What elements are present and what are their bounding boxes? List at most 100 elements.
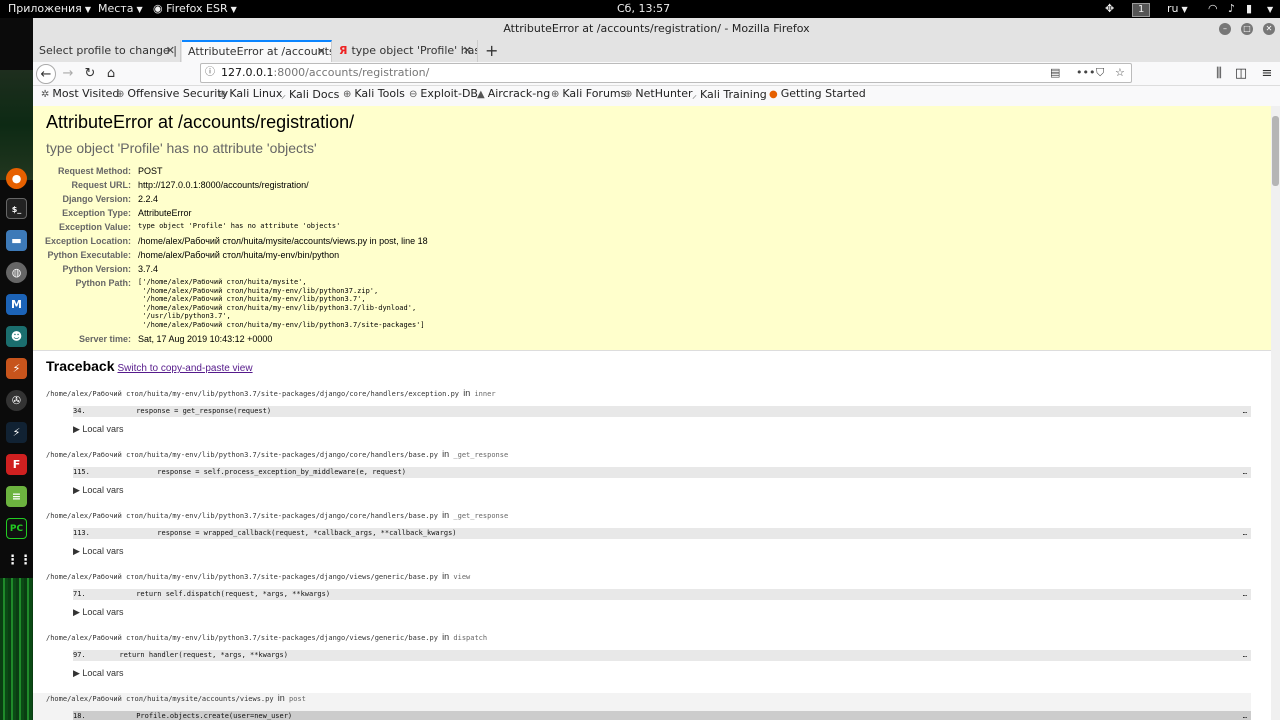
bookmark-most-visited[interactable]: ✲ Most Visited [41, 87, 119, 100]
bookmark-exploit-db[interactable]: ⊖ Exploit-DB [409, 87, 478, 100]
traceback-frame: /home/alex/Рабочий стол/huita/my-env/lib… [46, 632, 1251, 679]
applications-menu[interactable]: Приложения ▼ [8, 2, 91, 15]
local-vars-toggle[interactable]: ▶ Local vars [73, 423, 1251, 435]
bookmark-kali-docs[interactable]: ⸝ Kali Docs [281, 87, 339, 101]
frame-context-line[interactable]: 97. return handler(request, *args, **kwa… [73, 650, 1251, 661]
kali-dragon-icon: ⸝ [692, 90, 697, 101]
close-icon[interactable]: ✕ [1263, 23, 1275, 35]
show-apps-icon[interactable]: ⋮⋮ [6, 550, 32, 571]
minimize-icon[interactable]: – [1219, 23, 1231, 35]
bookmark-aircrack-ng[interactable]: ▲ Aircrack-ng [477, 87, 550, 100]
in-label: in [463, 388, 471, 398]
bookmark-offensive-security[interactable]: ⊕ Offensive Security [116, 87, 228, 100]
expand-icon[interactable]: … [1243, 528, 1247, 539]
expand-icon[interactable]: … [1243, 467, 1247, 478]
maximize-icon[interactable]: □ [1241, 23, 1253, 35]
bookmark-getting-started[interactable]: ● Getting Started [769, 87, 866, 100]
bookmark-kali-tools[interactable]: ⊕ Kali Tools [343, 87, 405, 100]
meta-value: type object 'Profile' has no attribute '… [138, 222, 341, 230]
in-label: in [442, 632, 450, 642]
frame-path: /home/alex/Рабочий стол/huita/my-env/lib… [46, 451, 438, 459]
chevron-down-icon[interactable]: ▼ [1264, 2, 1273, 15]
meta-key: Exception Type: [62, 208, 132, 218]
battery-icon[interactable]: ▮ [1246, 2, 1252, 15]
expand-icon[interactable]: … [1243, 406, 1247, 417]
tab-select-profile[interactable]: Select profile to change | Dja ✕ [33, 40, 181, 62]
workspace-indicator[interactable]: 1 [1132, 2, 1151, 17]
beef-icon[interactable]: ✇ [6, 390, 27, 411]
expand-icon[interactable]: … [1243, 711, 1247, 720]
keyboard-layout[interactable]: ru ▼ [1167, 2, 1188, 15]
pycharm-icon[interactable]: PC [6, 518, 27, 539]
meta-value: Sat, 17 Aug 2019 10:43:12 +0000 [138, 333, 273, 344]
close-icon[interactable]: ✕ [463, 40, 472, 62]
frame-context-line[interactable]: 18. Profile.objects.create(user=new_user… [73, 711, 1251, 720]
close-icon[interactable]: ✕ [166, 40, 175, 62]
page-actions-icon[interactable]: ••• [1076, 64, 1095, 82]
volume-icon[interactable]: ♪ [1228, 2, 1235, 15]
burpsuite-icon[interactable]: ⚡ [6, 358, 27, 379]
maltego-icon[interactable]: ☻ [6, 326, 27, 347]
switch-copy-paste-link[interactable]: Switch to copy-and-paste view [118, 363, 253, 374]
meta-value: /home/alex/Рабочий стол/huita/my-env/bin… [138, 250, 340, 260]
window-title: AttributeError at /accounts/registration… [503, 22, 810, 35]
reload-button[interactable]: ↻ [80, 64, 100, 84]
expand-icon[interactable]: … [1243, 650, 1247, 661]
notes-icon[interactable]: ≡ [6, 486, 27, 507]
url-bar[interactable]: ⓘ 127.0.0.1:8000/accounts/registration/ … [200, 63, 1132, 83]
pocket-icon[interactable]: ⛉ [1096, 64, 1104, 82]
tab-attribute-error[interactable]: AttributeError at /accounts/r ✕ [182, 40, 332, 62]
chevron-down-icon: ▼ [1181, 5, 1188, 14]
firefox-icon: ◉ [153, 2, 167, 15]
close-icon[interactable]: ✕ [317, 42, 326, 62]
metasploit-icon[interactable]: ◍ [6, 262, 27, 283]
library-icon[interactable]: ⫼ [1209, 64, 1229, 84]
new-tab-button[interactable]: + [485, 40, 498, 62]
sidebar-icon[interactable]: ◫ [1231, 64, 1251, 84]
meta-value: POST [138, 166, 163, 176]
reader-view-icon[interactable]: ▤ [1050, 64, 1060, 82]
files-icon[interactable]: ▬ [6, 230, 27, 251]
kali-dragon-icon: ⸝ [281, 90, 286, 101]
firefox-app-menu[interactable]: ◉ Firefox ESR ▼ [153, 2, 237, 15]
page-scrollbar[interactable] [1271, 106, 1280, 720]
frame-context-line[interactable]: 115. response = self.process_exception_b… [73, 467, 1251, 478]
armitage-icon[interactable]: M [6, 294, 27, 315]
tab-label: Select profile to change | Dja [39, 44, 180, 57]
info-icon[interactable]: ⓘ [205, 64, 215, 82]
zaproxy-icon[interactable]: ⚡ [6, 422, 27, 443]
meta-value: http://127.0.0.1:8000/accounts/registrat… [138, 180, 309, 190]
frame-context-line[interactable]: 113. response = wrapped_callback(request… [73, 528, 1251, 539]
local-vars-toggle[interactable]: ▶ Local vars [73, 606, 1251, 618]
bookmark-star-icon[interactable]: ☆ [1115, 64, 1125, 82]
scrollbar-thumb[interactable] [1272, 116, 1279, 186]
bookmark-nethunter[interactable]: ⊕ NetHunter [624, 87, 693, 100]
frame-path: /home/alex/Рабочий стол/huita/my-env/lib… [46, 573, 438, 581]
bookmark-kali-forums[interactable]: ⊕ Kali Forums [551, 87, 626, 100]
hamburger-menu-icon[interactable]: ≡ [1257, 64, 1277, 84]
local-vars-toggle[interactable]: ▶ Local vars [73, 484, 1251, 496]
home-button[interactable]: ⌂ [101, 64, 121, 84]
bookmark-kali-training[interactable]: ⸝ Kali Training [692, 87, 767, 101]
expand-icon[interactable]: … [1243, 589, 1247, 600]
code-line: 71. return self.dispatch(request, *args,… [73, 590, 331, 598]
dropbox-icon[interactable]: ✥ [1105, 2, 1114, 15]
firefox-icon[interactable]: ● [6, 168, 27, 189]
wifi-icon[interactable]: ◠ [1208, 2, 1218, 15]
clock[interactable]: Сб, 13:57 [617, 2, 670, 15]
bookmark-label: Kali Forums [562, 87, 627, 100]
terminal-icon[interactable]: $_ [6, 198, 27, 219]
faraday-icon[interactable]: F [6, 454, 27, 475]
meta-row: Exception Location: /home/alex/Рабочий ст… [45, 234, 428, 248]
frame-context-line[interactable]: 34. response = get_response(request)… [73, 406, 1251, 417]
frame-context-line[interactable]: 71. return self.dispatch(request, *args,… [73, 589, 1251, 600]
local-vars-toggle[interactable]: ▶ Local vars [73, 667, 1251, 679]
local-vars-toggle[interactable]: ▶ Local vars [73, 545, 1251, 557]
back-button[interactable]: ← [36, 64, 56, 84]
places-menu[interactable]: Места ▼ [98, 2, 143, 15]
bookmark-kali-linux[interactable]: ⊕ Kali Linux [218, 87, 282, 100]
meta-row: Server time: Sat, 17 Aug 2019 10:43:12 +0… [45, 332, 428, 346]
tab-yandex-search[interactable]: Яtype object 'Profile' has n ✕ [333, 40, 478, 62]
forward-button[interactable]: → [58, 64, 78, 84]
url-path: :8000/accounts/registration/ [273, 66, 430, 79]
